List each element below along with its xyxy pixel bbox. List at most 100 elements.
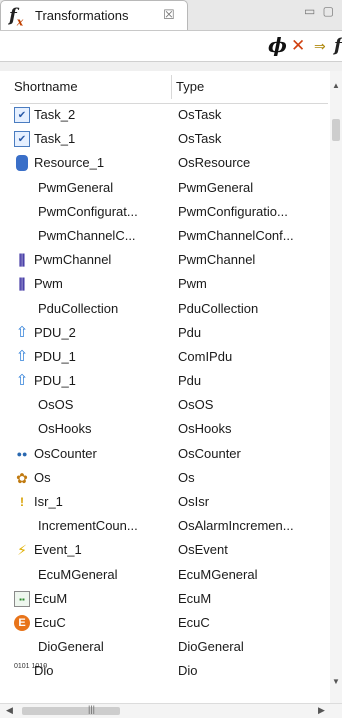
type-cell[interactable]: OsOS bbox=[178, 393, 328, 417]
type-cell[interactable]: OsTask bbox=[178, 103, 328, 127]
type-cell[interactable]: PduCollection bbox=[178, 297, 328, 321]
type-cell[interactable]: Os bbox=[178, 466, 328, 490]
scroll-down-icon[interactable]: ▼ bbox=[332, 677, 340, 686]
table-row[interactable]: ⇧ PDU_1 Pdu bbox=[10, 369, 328, 393]
pwm-icon: ⫼ bbox=[18, 276, 26, 293]
type-cell[interactable]: EcuM bbox=[178, 587, 328, 611]
table-body: ✔ Task_2 OsTask ✔ Task_1 OsTask Resource_1 OsRe… bbox=[10, 103, 328, 684]
table-row[interactable]: Resource_1 OsResource bbox=[10, 151, 328, 175]
tab-transformations[interactable]: fx Transformations ☒ bbox=[0, 0, 188, 30]
shortname-cell[interactable]: PwmGeneral bbox=[14, 176, 168, 200]
column-header-shortname[interactable]: Shortname bbox=[14, 71, 78, 103]
table-row[interactable]: ⫼ Pwm Pwm bbox=[10, 272, 328, 296]
type-cell[interactable]: Pdu bbox=[178, 369, 328, 393]
shortname-cell[interactable]: ⇧ PDU_2 bbox=[14, 321, 168, 345]
table-row[interactable]: ✔ Task_2 OsTask bbox=[10, 103, 328, 127]
column-header-type[interactable]: Type bbox=[176, 71, 204, 103]
type-cell[interactable]: OsHooks bbox=[178, 417, 328, 441]
table-row[interactable]: ⇧ PDU_1 ComIPdu bbox=[10, 345, 328, 369]
close-icon[interactable]: ☒ bbox=[163, 7, 175, 23]
table-row[interactable]: OsHooks OsHooks bbox=[10, 417, 328, 441]
table-row[interactable]: DioGeneral DioGeneral bbox=[10, 635, 328, 659]
table-row[interactable]: ⚡ Event_1 OsEvent bbox=[10, 538, 328, 562]
isr-icon: ! bbox=[20, 495, 24, 509]
type-cell[interactable]: DioGeneral bbox=[178, 635, 328, 659]
table-row[interactable]: ✿ Os Os bbox=[10, 466, 328, 490]
phi-icon[interactable]: ϕ bbox=[268, 33, 287, 57]
vertical-scrollbar[interactable]: ▲ ▼ bbox=[330, 71, 342, 703]
type-cell[interactable]: OsAlarmIncremen... bbox=[178, 514, 328, 538]
column-divider[interactable] bbox=[171, 75, 172, 99]
table-row[interactable]: PwmConfigurat... PwmConfiguratio... bbox=[10, 200, 328, 224]
type-cell[interactable]: OsCounter bbox=[178, 442, 328, 466]
shortname-cell[interactable]: ! Isr_1 bbox=[14, 490, 168, 514]
table-row[interactable]: PwmChannelC... PwmChannelConf... bbox=[10, 224, 328, 248]
shortname-cell[interactable]: DioGeneral bbox=[14, 635, 168, 659]
shortname-cell[interactable]: Resource_1 bbox=[14, 151, 168, 175]
shortname-cell[interactable]: ▪▪ EcuM bbox=[14, 587, 168, 611]
function-icon[interactable]: f bbox=[334, 35, 342, 57]
shortname-cell[interactable]: PduCollection bbox=[14, 297, 168, 321]
horizontal-scroll-thumb[interactable]: ||| bbox=[22, 704, 120, 715]
type-cell[interactable]: ComIPdu bbox=[178, 345, 328, 369]
tab-title: Transformations bbox=[35, 8, 129, 23]
table-row[interactable]: ●● OsCounter OsCounter bbox=[10, 442, 328, 466]
scroll-up-icon[interactable]: ▲ bbox=[332, 81, 340, 90]
type-cell[interactable]: Dio bbox=[178, 659, 328, 683]
type-cell[interactable]: PwmChannelConf... bbox=[178, 224, 328, 248]
apply-transform-icon[interactable]: ⇒ bbox=[314, 35, 326, 57]
type-cell[interactable]: Pdu bbox=[178, 321, 328, 345]
type-cell[interactable]: OsResource bbox=[178, 151, 328, 175]
table-row[interactable]: PduCollection PduCollection bbox=[10, 297, 328, 321]
shortname-cell[interactable]: ●● OsCounter bbox=[14, 442, 168, 466]
horizontal-scrollbar[interactable]: ◀ ||| ▶ bbox=[0, 703, 342, 718]
pdu-icon: ⇧ bbox=[15, 323, 29, 341]
type-cell[interactable]: OsEvent bbox=[178, 538, 328, 562]
shortname-text: OsOS bbox=[38, 397, 74, 413]
shortname-text: Resource_1 bbox=[34, 155, 105, 171]
shortname-cell[interactable]: ⚡ Event_1 bbox=[14, 538, 168, 562]
shortname-cell[interactable]: OsOS bbox=[14, 393, 168, 417]
table-row[interactable]: ⫼ PwmChannel PwmChannel bbox=[10, 248, 328, 272]
table-row[interactable]: 0101 1010 Dio Dio bbox=[10, 659, 328, 683]
table-row[interactable]: OsOS OsOS bbox=[10, 393, 328, 417]
table-row[interactable]: ⇧ PDU_2 Pdu bbox=[10, 321, 328, 345]
table-row[interactable]: ✔ Task_1 OsTask bbox=[10, 127, 328, 151]
table-row[interactable]: EcuMGeneral EcuMGeneral bbox=[10, 563, 328, 587]
minimize-maximize-icon[interactable]: ▭ ▢ bbox=[304, 4, 336, 18]
split-transform-icon[interactable]: ✕ bbox=[291, 35, 305, 57]
table-row[interactable]: ▪▪ EcuM EcuM bbox=[10, 587, 328, 611]
shortname-cell[interactable]: ⫼ PwmChannel bbox=[14, 248, 168, 272]
type-cell[interactable]: PwmConfiguratio... bbox=[178, 200, 328, 224]
table-row[interactable]: PwmGeneral PwmGeneral bbox=[10, 176, 328, 200]
shortname-cell[interactable]: 0101 1010 Dio bbox=[14, 659, 168, 683]
scroll-right-icon[interactable]: ▶ bbox=[318, 705, 325, 716]
shortname-cell[interactable]: ✔ Task_1 bbox=[14, 127, 168, 151]
shortname-cell[interactable]: ⇧ PDU_1 bbox=[14, 345, 168, 369]
shortname-text: PDU_1 bbox=[34, 348, 76, 364]
table-row[interactable]: E EcuC EcuC bbox=[10, 611, 328, 635]
vertical-scroll-thumb[interactable] bbox=[332, 119, 340, 141]
type-cell[interactable]: Pwm bbox=[178, 272, 328, 296]
shortname-cell[interactable]: IncrementCoun... bbox=[14, 514, 168, 538]
shortname-cell[interactable]: EcuMGeneral bbox=[14, 563, 168, 587]
table-row[interactable]: ! Isr_1 OsIsr bbox=[10, 490, 328, 514]
shortname-cell[interactable]: PwmConfigurat... bbox=[14, 200, 168, 224]
type-cell[interactable]: OsTask bbox=[178, 127, 328, 151]
ecum-icon: ▪▪ bbox=[14, 590, 30, 607]
shortname-cell[interactable]: E EcuC bbox=[14, 611, 168, 635]
pdu-icon: ⇧ bbox=[15, 347, 29, 365]
type-cell[interactable]: OsIsr bbox=[178, 490, 328, 514]
type-cell[interactable]: EcuMGeneral bbox=[178, 563, 328, 587]
shortname-cell[interactable]: ⫼ Pwm bbox=[14, 272, 168, 296]
scroll-left-icon[interactable]: ◀ bbox=[6, 705, 13, 716]
shortname-cell[interactable]: ⇧ PDU_1 bbox=[14, 369, 168, 393]
type-cell[interactable]: PwmGeneral bbox=[178, 176, 328, 200]
type-cell[interactable]: PwmChannel bbox=[178, 248, 328, 272]
shortname-cell[interactable]: ✿ Os bbox=[14, 466, 168, 490]
table-row[interactable]: IncrementCoun... OsAlarmIncremen... bbox=[10, 514, 328, 538]
shortname-cell[interactable]: OsHooks bbox=[14, 417, 168, 441]
type-cell[interactable]: EcuC bbox=[178, 611, 328, 635]
shortname-cell[interactable]: ✔ Task_2 bbox=[14, 103, 168, 127]
shortname-cell[interactable]: PwmChannelC... bbox=[14, 224, 168, 248]
